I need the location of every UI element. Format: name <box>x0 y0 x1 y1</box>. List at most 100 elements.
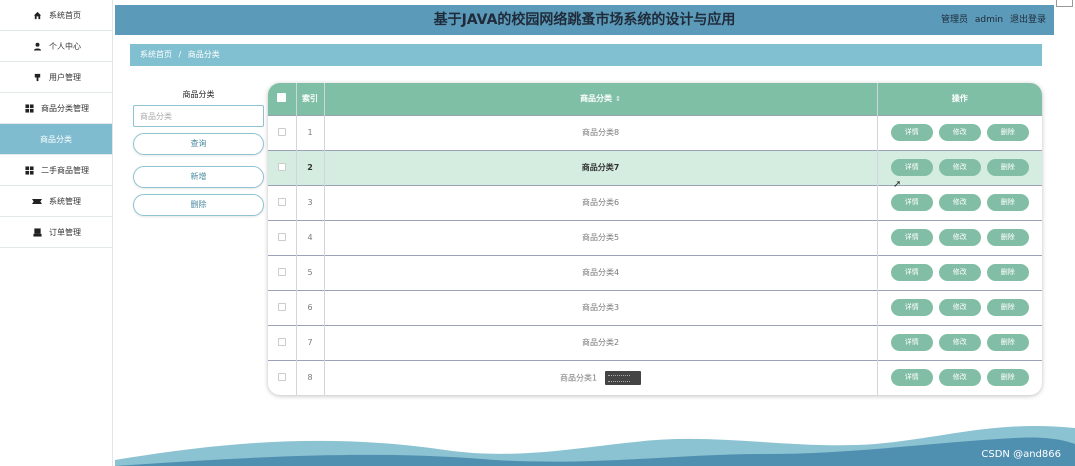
edit-button[interactable]: 修改 <box>938 159 981 176</box>
row-checkbox-cell[interactable] <box>268 255 297 290</box>
sidebar-item-system-manage[interactable]: 系统管理 <box>0 186 112 217</box>
corner-box <box>1056 0 1073 7</box>
detail-button[interactable]: 详情 <box>890 264 933 281</box>
table-row[interactable]: 1 商品分类8 详情 修改 删除 <box>268 115 1042 150</box>
row-checkbox-cell[interactable] <box>268 290 297 325</box>
detail-button[interactable]: 详情 <box>890 229 933 246</box>
edit-button[interactable]: 修改 <box>938 334 981 351</box>
row-category: 商品分类5 <box>324 220 878 255</box>
row-checkbox[interactable] <box>277 267 286 276</box>
sidebar-item-category[interactable]: 商品分类 <box>0 124 112 155</box>
row-checkbox-cell[interactable] <box>268 360 297 395</box>
delete-button[interactable]: 删除 <box>986 229 1029 246</box>
row-checkbox-cell[interactable] <box>268 220 297 255</box>
watermark: CSDN @and866 <box>981 449 1061 460</box>
row-category-text: 商品分类4 <box>581 268 620 277</box>
sidebar-item-category-manage[interactable]: 商品分类管理 <box>0 93 112 124</box>
row-index: 1 <box>296 115 325 150</box>
row-checkbox[interactable] <box>277 372 286 381</box>
logout-link[interactable]: 退出登录 <box>1010 15 1046 25</box>
mouse-cursor-icon: ➚ <box>893 179 902 190</box>
delete-button[interactable]: 删除 <box>986 124 1029 141</box>
sidebar-item-order-manage[interactable]: 订单管理 <box>0 217 112 248</box>
row-checkbox[interactable] <box>277 232 286 241</box>
table-header-row: 索引 商品分类 ⇕ 操作 <box>268 83 1042 115</box>
row-actions: 详情 修改 删除 <box>877 150 1042 185</box>
row-actions: 详情 修改 删除 <box>877 255 1042 290</box>
row-category: 商品分类1 <box>324 360 878 395</box>
delete-button[interactable]: 删除 <box>986 264 1029 281</box>
edit-button[interactable]: 修改 <box>938 264 981 281</box>
table-row[interactable]: 3 商品分类6 详情 修改 删除 <box>268 185 1042 220</box>
row-category: 商品分类2 <box>324 325 878 360</box>
table-row[interactable]: 6 商品分类3 详情 修改 删除 <box>268 290 1042 325</box>
grid-icon <box>23 165 35 175</box>
sidebar-item-home[interactable]: 系统首页 <box>0 0 112 31</box>
search-input[interactable] <box>133 105 264 127</box>
edit-button[interactable]: 修改 <box>938 229 981 246</box>
row-checkbox[interactable] <box>277 127 286 136</box>
detail-button[interactable]: 详情 <box>890 159 933 176</box>
detail-button[interactable]: 详情 <box>890 334 933 351</box>
row-checkbox[interactable] <box>277 337 286 346</box>
row-checkbox-cell[interactable] <box>268 325 297 360</box>
sidebar-item-user-manage[interactable]: 用户管理 <box>0 62 112 93</box>
home-icon <box>31 11 43 20</box>
sidebar-item-secondhand-manage[interactable]: 二手商品管理 <box>0 155 112 186</box>
sidebar-item-label: 二手商品管理 <box>41 165 89 175</box>
table-row[interactable]: 2 商品分类7 详情 修改 删除 <box>268 150 1042 185</box>
row-checkbox[interactable] <box>277 302 286 311</box>
delete-button[interactable]: 删除 <box>986 334 1029 351</box>
row-category: 商品分类8 <box>324 115 878 150</box>
breadcrumb-home[interactable]: 系统首页 <box>140 50 172 59</box>
row-checkbox[interactable] <box>277 197 286 206</box>
sidebar-item-label: 个人中心 <box>49 41 81 51</box>
sort-icon[interactable]: ⇕ <box>615 95 621 103</box>
sidebar-item-label: 订单管理 <box>49 227 81 237</box>
delete-button[interactable]: 删除 <box>986 369 1029 387</box>
add-button[interactable]: 新增 <box>133 166 264 188</box>
order-icon <box>31 227 43 237</box>
header-index: 索引 <box>296 83 325 115</box>
user-role: 管理员 <box>941 15 969 25</box>
sidebar-item-profile[interactable]: 个人中心 <box>0 31 112 62</box>
row-actions: 详情 修改 删除 <box>877 360 1042 395</box>
breadcrumb-current: 商品分类 <box>187 50 220 59</box>
row-category: 商品分类3 <box>324 290 878 325</box>
row-index: 5 <box>296 255 325 290</box>
delete-button[interactable]: 删除 <box>986 194 1029 211</box>
table-row[interactable]: 5 商品分类4 详情 修改 删除 <box>268 255 1042 290</box>
table-row[interactable]: 7 商品分类2 详情 修改 删除 <box>268 325 1042 360</box>
delete-button[interactable]: 删除 <box>986 159 1029 176</box>
header-category[interactable]: 商品分类 ⇕ <box>324 83 878 115</box>
edit-button[interactable]: 修改 <box>938 299 981 316</box>
edit-button[interactable]: 修改 <box>938 369 981 387</box>
sidebar: 系统首页 个人中心 用户管理 商品分类管理 商品分类 二手商品管理 系统管理 订… <box>0 0 113 466</box>
detail-button[interactable]: 详情 <box>890 369 933 387</box>
table-row[interactable]: 4 商品分类5 详情 修改 删除 <box>268 220 1042 255</box>
select-all-checkbox[interactable] <box>277 93 287 103</box>
edit-button[interactable]: 修改 <box>938 194 981 211</box>
edit-button[interactable]: 修改 <box>938 124 981 141</box>
table-row[interactable]: 8 商品分类1 详情 修改 删除 <box>268 360 1042 395</box>
row-category-text: 商品分类7 <box>581 163 620 172</box>
batch-delete-button[interactable]: 删除 <box>133 194 264 216</box>
row-actions: 详情 修改 删除 <box>877 220 1042 255</box>
row-index: 3 <box>296 185 325 220</box>
query-button[interactable]: 查询 <box>133 133 264 155</box>
user-info: 管理员 admin 退出登录 <box>937 5 1046 35</box>
detail-button[interactable]: 详情 <box>890 124 933 141</box>
page-title: 基于JAVA的校园网络跳蚤市场系统的设计与应用 <box>433 12 736 28</box>
row-checkbox-cell[interactable] <box>268 115 297 150</box>
input-method-widget <box>605 370 642 385</box>
row-checkbox-cell[interactable] <box>268 150 297 185</box>
sidebar-item-label: 用户管理 <box>49 72 81 82</box>
delete-button[interactable]: 删除 <box>986 299 1029 316</box>
select-all-cell[interactable] <box>268 83 297 115</box>
row-checkbox-cell[interactable] <box>268 185 297 220</box>
header-category-label: 商品分类 <box>580 94 613 104</box>
grid-icon <box>23 103 35 113</box>
detail-button[interactable]: 详情 <box>890 194 933 211</box>
row-checkbox[interactable] <box>277 162 286 171</box>
detail-button[interactable]: 详情 <box>890 299 933 316</box>
